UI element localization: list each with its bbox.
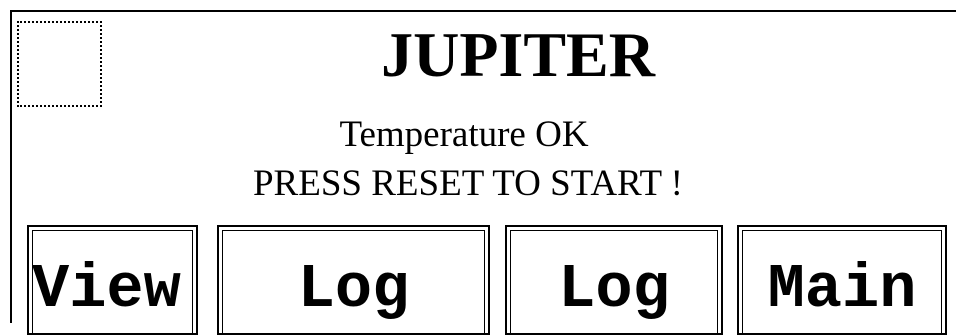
instruction-message: PRESS RESET TO START ! <box>0 164 956 204</box>
view-button[interactable]: View <box>27 225 198 335</box>
log-button-1-label: Log <box>297 254 410 325</box>
log-button-1[interactable]: Log <box>217 225 490 335</box>
status-message: Temperature OK <box>0 115 956 155</box>
instruction-text: PRESS RESET TO START ! <box>252 163 684 204</box>
app-title: JUPITER <box>381 19 655 90</box>
view-button-label: View <box>32 254 181 325</box>
main-button[interactable]: Main <box>737 225 947 335</box>
main-button-label: Main <box>767 254 917 325</box>
status-text: Temperature OK <box>339 114 589 155</box>
log-button-2[interactable]: Log <box>505 225 723 335</box>
log-button-2-label: Log <box>558 254 670 325</box>
